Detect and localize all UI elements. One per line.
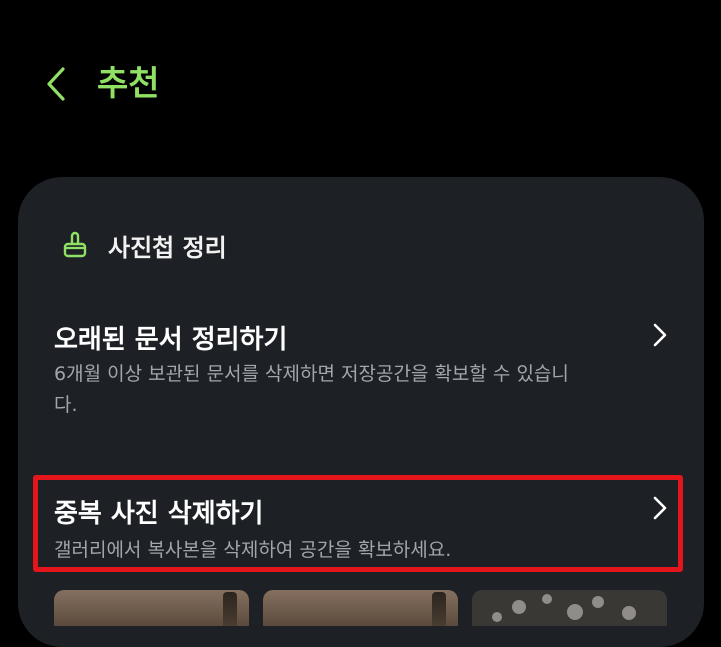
header: 추천 [0, 0, 721, 140]
brush-icon [60, 230, 90, 260]
item-title: 오래된 문서 정리하기 [54, 325, 288, 355]
photo-thumbnail[interactable] [472, 590, 667, 626]
item-title: 중복 사진 삭제하기 [54, 499, 264, 529]
chevron-right-icon [650, 321, 670, 349]
item-description: 갤러리에서 복사본을 삭제하여 공간을 확보하세요. [54, 539, 452, 561]
page-title: 추천 [97, 64, 160, 104]
clean-old-documents-item[interactable]: 오래된 문서 정리하기 6개월 이상 보관된 문서를 삭제하면 저장공간을 확보… [18, 307, 704, 437]
section-title: 사진첩 정리 [108, 233, 227, 262]
photo-thumbnail[interactable] [54, 590, 249, 626]
thumbnail-strip [54, 590, 667, 626]
photo-thumbnail[interactable] [263, 590, 458, 626]
delete-duplicate-photos-item[interactable]: 중복 사진 삭제하기 갤러리에서 복사본을 삭제하여 공간을 확보하세요. [18, 477, 704, 573]
chevron-left-icon [47, 67, 65, 101]
suggestion-card: 사진첩 정리 오래된 문서 정리하기 6개월 이상 보관된 문서를 삭제하면 저… [18, 177, 704, 647]
chevron-right-icon [650, 494, 670, 522]
section-header: 사진첩 정리 [60, 227, 227, 263]
back-button[interactable] [34, 62, 78, 106]
item-description: 6개월 이상 보관된 문서를 삭제하면 저장공간을 확보할 수 있습니다. [54, 363, 569, 416]
